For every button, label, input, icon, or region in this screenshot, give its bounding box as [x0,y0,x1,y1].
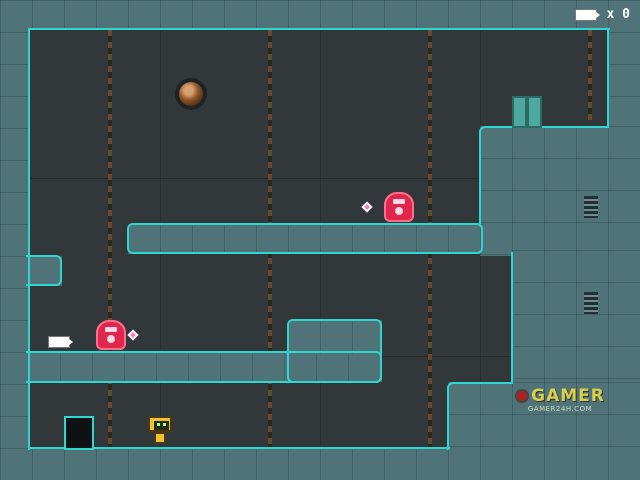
middle-ledge [128,224,484,254]
watermark-domain: GAMER24H.COM [527,405,593,413]
support-pole [108,30,112,450]
game-stage: x 0 GAMER GAMER24H.COM [0,0,640,480]
small-left-ledge [28,256,62,286]
left-wall [0,0,30,480]
red-robot-enemy-lower [96,320,126,350]
player-robot [148,416,172,444]
exit-door-left-panel [512,96,527,128]
cartridge-icon [574,8,600,21]
floor [0,448,640,480]
exit-door-right-panel [527,96,542,128]
right-column [512,250,640,390]
wall-vent [584,196,598,218]
lower-ledge-bump [288,320,382,354]
watermark-logo: GAMER GAMER24H.COM [508,388,612,414]
red-robot-enemy-upper [384,192,414,222]
lower-ledge [28,352,382,382]
cartridge-count: x 0 [606,7,630,22]
cartridge-pickup [48,336,73,348]
upper-right-block [480,126,640,256]
watermark-brand: GAMER [508,388,612,405]
support-pole [588,30,592,120]
entry-door [64,416,94,450]
hud-counter: x 0 [574,7,630,22]
porthole [175,78,207,110]
wall-vent [584,292,598,314]
ceiling-wall [0,0,640,30]
